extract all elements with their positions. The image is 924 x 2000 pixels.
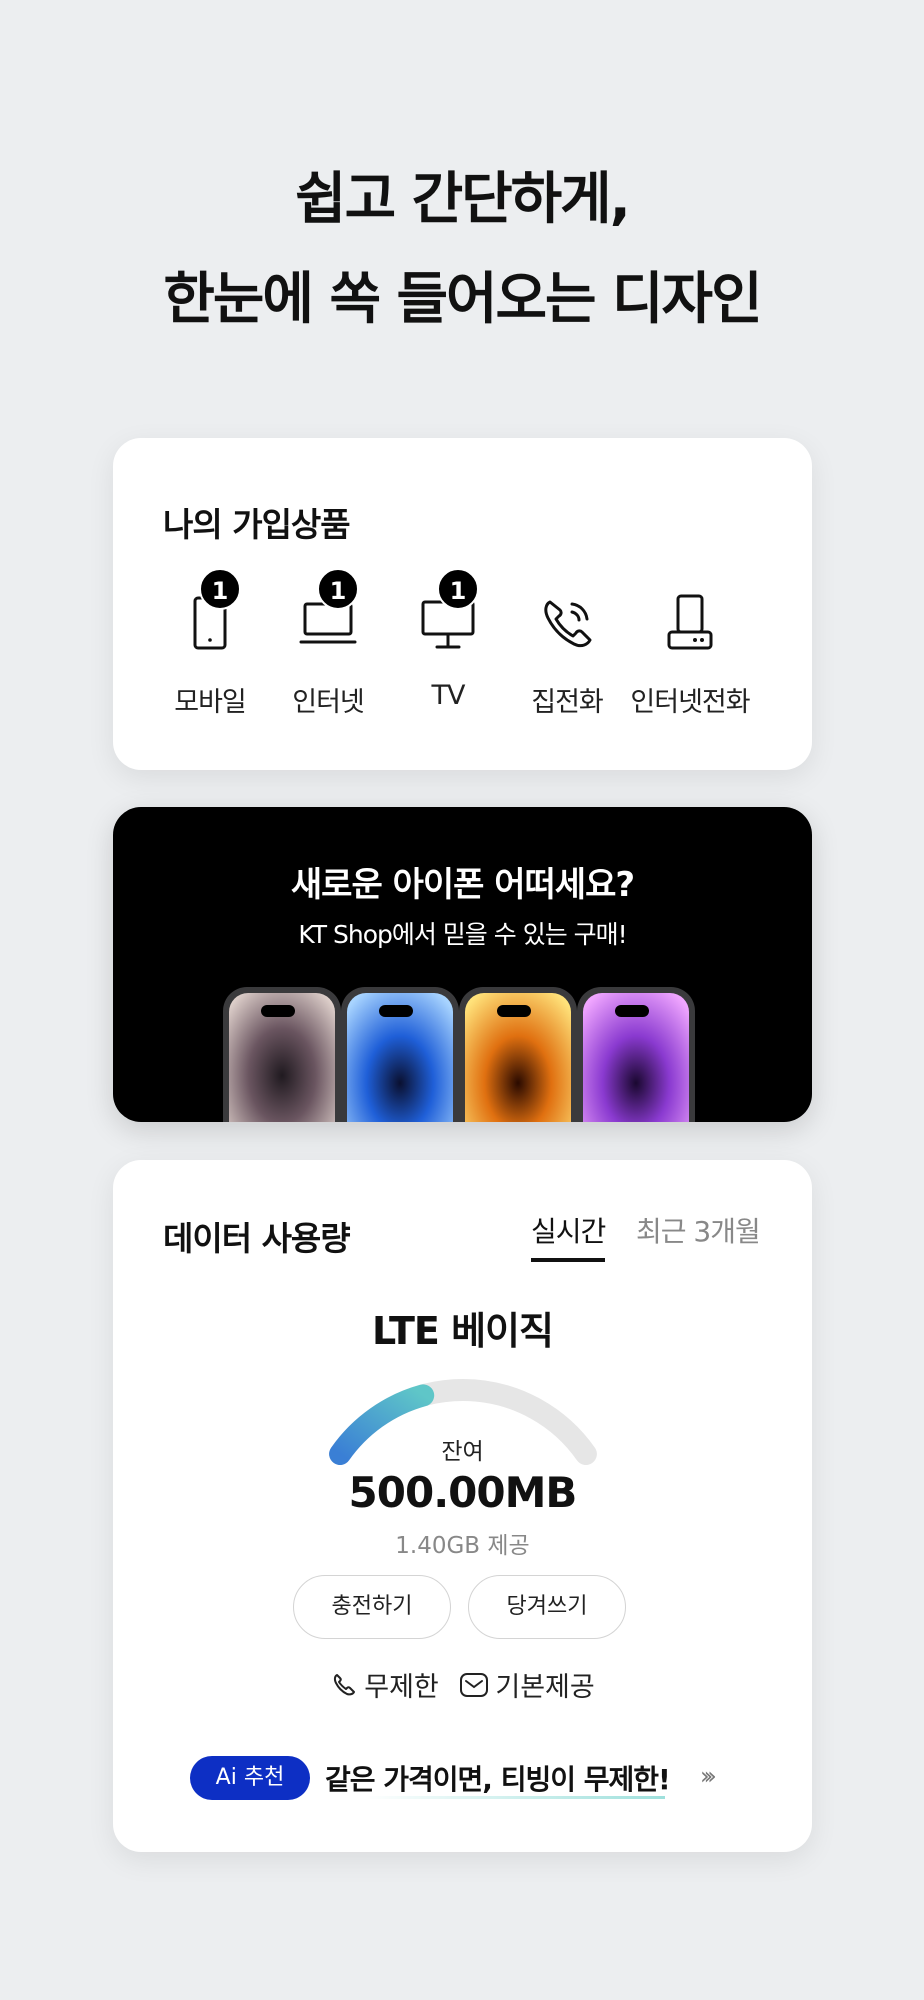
phone-icon bbox=[334, 1673, 356, 1695]
pull-ahead-button[interactable]: 당겨쓰기 bbox=[468, 1575, 626, 1639]
iphone-lineup-image bbox=[223, 987, 695, 1122]
data-usage-card: 데이터 사용량 실시간 최근 3개월 LTE 베이직 잔여 500.00MB 1… bbox=[113, 1160, 812, 1852]
feature-voice: 무제한 bbox=[330, 1665, 439, 1704]
feature-voice-label: 무제한 bbox=[364, 1672, 439, 1703]
headline: 쉽고 간단하게, 한눈에 쏙 들어오는 디자인 bbox=[0, 150, 924, 350]
product-item-internet-phone[interactable]: 인터넷전화 bbox=[620, 588, 760, 728]
iphone-promo-banner[interactable]: 새로운 아이폰 어떠세요? KT Shop에서 믿을 수 있는 구매! bbox=[113, 807, 812, 1122]
iphone-silver bbox=[223, 987, 341, 1122]
iphone-gold bbox=[459, 987, 577, 1122]
provided-amount: 1.40GB 제공 bbox=[395, 1533, 530, 1559]
ai-recommendation-text: 같은 가격이면, 티빙이 무제한! bbox=[325, 1763, 671, 1796]
feature-message: 기본제공 bbox=[459, 1665, 595, 1704]
message-icon bbox=[460, 1672, 489, 1697]
my-products-title: 나의 가입상품 bbox=[163, 505, 351, 544]
product-label: 모바일 bbox=[174, 687, 247, 718]
product-label: TV bbox=[431, 680, 466, 711]
data-usage-title: 데이터 사용량 bbox=[163, 1219, 351, 1258]
product-item-internet[interactable]: 1 인터넷 bbox=[263, 568, 393, 728]
remaining-label: 잔여 bbox=[441, 1439, 484, 1465]
headline-line-1: 쉽고 간단하게, bbox=[295, 167, 631, 232]
phone-call-icon bbox=[544, 600, 592, 648]
banner-subtitle: KT Shop에서 믿을 수 있는 구매! bbox=[298, 920, 627, 949]
product-list: 1 모바일 1 인터넷 1 TV 집전화 인터넷전화 bbox=[113, 568, 812, 728]
my-products-card: 나의 가입상품 1 모바일 1 인터넷 1 TV 집전화 인터넷전화 bbox=[113, 438, 812, 770]
banner-title: 새로운 아이폰 어떠세요? bbox=[290, 865, 635, 905]
ai-recommendation[interactable]: Ai 추천 같은 가격이면, 티빙이 무제한! ››› bbox=[190, 1756, 750, 1802]
product-item-tv[interactable]: 1 TV bbox=[383, 568, 513, 728]
plan-features: 무제한 기본제공 bbox=[113, 1665, 812, 1705]
headline-line-2: 한눈에 쏙 들어오는 디자인 bbox=[163, 267, 762, 332]
product-item-mobile[interactable]: 1 모바일 bbox=[145, 568, 275, 728]
tab-recent-3-months[interactable]: 최근 3개월 bbox=[636, 1210, 761, 1250]
desk-phone-icon bbox=[667, 594, 713, 650]
product-count-badge: 1 bbox=[437, 568, 479, 610]
plan-name: LTE 베이직 bbox=[372, 1309, 554, 1353]
product-item-home-phone[interactable]: 집전화 bbox=[502, 588, 632, 728]
tab-realtime[interactable]: 실시간 bbox=[531, 1210, 606, 1262]
remaining-value: 500.00MB bbox=[348, 1468, 578, 1517]
product-count-badge: 1 bbox=[199, 568, 241, 610]
product-label: 집전화 bbox=[531, 687, 604, 718]
ai-badge: Ai 추천 bbox=[190, 1756, 310, 1800]
feature-message-label: 기본제공 bbox=[495, 1672, 595, 1703]
product-label: 인터넷전화 bbox=[630, 687, 750, 718]
product-label: 인터넷 bbox=[292, 687, 365, 718]
iphone-purple bbox=[577, 987, 695, 1122]
charge-button[interactable]: 충전하기 bbox=[293, 1575, 451, 1639]
iphone-blue bbox=[341, 987, 459, 1122]
product-count-badge: 1 bbox=[317, 568, 359, 610]
chevron-right-icon: ››› bbox=[700, 1762, 717, 1790]
